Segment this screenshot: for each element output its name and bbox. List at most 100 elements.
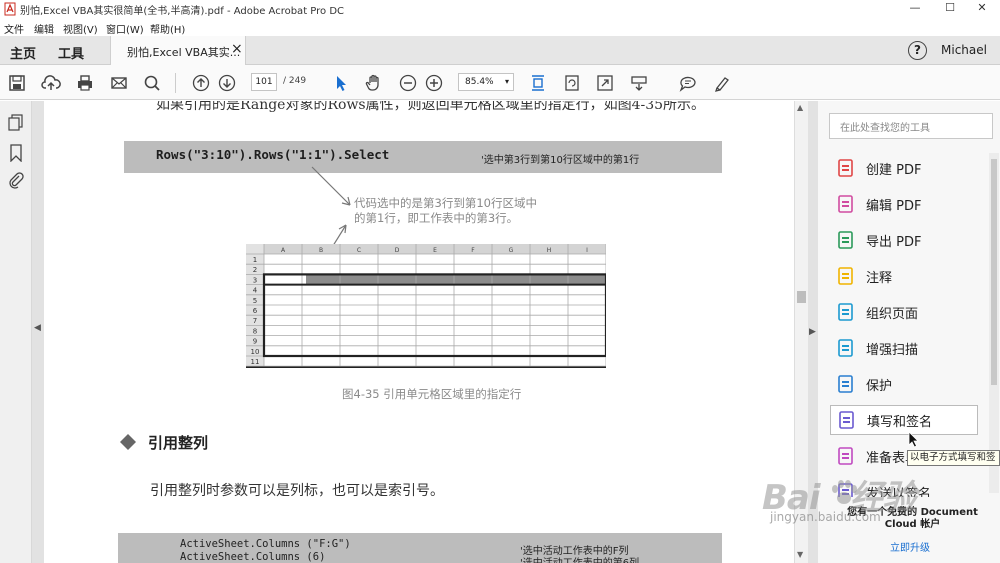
hand-tool-icon[interactable] xyxy=(361,65,387,100)
fill-and-sign-icon xyxy=(839,411,854,429)
tools-scrollbar[interactable] xyxy=(989,153,999,493)
column-header: I xyxy=(586,247,588,254)
row-header: 4 xyxy=(253,287,258,295)
chevron-down-icon: ▾ xyxy=(504,77,509,86)
code-2-line-2-comment: '选中活动工作表中的第6列 xyxy=(520,554,639,563)
protect-icon xyxy=(838,375,853,393)
create-pdf-icon xyxy=(838,159,853,177)
section-heading: 引用整列 xyxy=(148,434,209,452)
row-header: 6 xyxy=(253,307,258,315)
tool-create-pdf[interactable]: 创建 PDF xyxy=(830,153,978,183)
tab-home[interactable]: 主页 xyxy=(10,43,36,62)
close-button[interactable]: ✕ xyxy=(962,0,1000,18)
tool-fill-and-sign[interactable]: 填写和签名 xyxy=(830,405,978,435)
column-header: C xyxy=(357,247,361,254)
row-header: 9 xyxy=(253,338,257,346)
diamond-bullet-icon xyxy=(120,434,136,450)
tool-label: 增强扫描 xyxy=(866,342,919,358)
scroll-mode-icon[interactable] xyxy=(626,65,652,100)
expand-left-icon[interactable]: ◀ xyxy=(34,323,41,333)
tool-protect[interactable]: 保护 xyxy=(830,369,978,399)
window-title: 别怕,Excel VBA其实很简单(全书,半高清).pdf - Adobe Ac… xyxy=(20,6,345,17)
menu-view[interactable]: 视图(V) xyxy=(63,21,98,36)
save-icon[interactable] xyxy=(4,65,30,100)
fit-page-icon[interactable] xyxy=(525,65,551,100)
user-name[interactable]: Michael xyxy=(941,43,987,57)
acrobat-icon xyxy=(4,2,16,16)
export-pdf-icon xyxy=(838,231,853,249)
minimize-button[interactable]: — xyxy=(895,0,935,18)
tool-edit-pdf[interactable]: 编辑 PDF xyxy=(830,189,978,219)
column-header: F xyxy=(471,247,475,254)
tool-enhance-scans[interactable]: 增强扫描 xyxy=(830,333,978,363)
left-pane-gutter[interactable]: ◀ xyxy=(32,101,44,563)
full-screen-icon[interactable] xyxy=(592,65,618,100)
toolbar: 101 / 249 85.4% ▾ xyxy=(0,65,1000,100)
callout-line-1: 代码选中的是第3行到第10行区域中 xyxy=(354,196,537,210)
row-header: 7 xyxy=(253,317,257,325)
bookmark-icon[interactable] xyxy=(9,144,23,162)
row-header: 5 xyxy=(253,297,257,305)
code-2-line-1: ActiveSheet.Columns ("F:G") xyxy=(180,538,351,550)
document-view[interactable]: 如果引用的是Range对象的Rows属性，则返回单元格区域里的指定行，如图4-3… xyxy=(44,101,794,563)
page-thumbnails-icon[interactable] xyxy=(8,114,24,132)
body-paragraph: 引用整列时参数可以是列标，也可以是索引号。 xyxy=(150,483,444,499)
tool-label: 注释 xyxy=(866,270,893,286)
baidu-paw-icon xyxy=(832,480,857,504)
menu-edit[interactable]: 编辑 xyxy=(34,21,54,36)
tab-tools[interactable]: 工具 xyxy=(58,43,84,62)
prepare-form-icon xyxy=(838,447,853,465)
callout-line-2: 的第1行，即工作表中的第3行。 xyxy=(354,211,519,225)
tool-label: 保护 xyxy=(866,378,893,394)
scroll-down-icon[interactable]: ▼ xyxy=(797,550,803,559)
menu-window[interactable]: 窗口(W) xyxy=(106,21,144,36)
menu-file[interactable]: 文件 xyxy=(4,21,24,36)
scroll-up-icon[interactable]: ▲ xyxy=(797,103,803,112)
select-cursor-icon[interactable] xyxy=(328,65,354,100)
comment-icon[interactable] xyxy=(675,65,701,100)
tab-close-icon[interactable]: × xyxy=(231,41,243,57)
page-number-input[interactable]: 101 xyxy=(251,73,277,91)
attachment-icon[interactable] xyxy=(8,171,24,189)
worksheet-figure: A B C D E F G H I 1 2 3 4 5 6 7 8 9 10 11 xyxy=(246,244,608,370)
baidu-watermark-url: jingyan.baidu.com xyxy=(770,510,881,524)
zoom-level-select[interactable]: 85.4% ▾ xyxy=(458,73,514,91)
row-header: 11 xyxy=(251,358,260,366)
tool-search-input[interactable]: 在此处查找您的工具 xyxy=(829,113,993,139)
cloud-upload-icon[interactable] xyxy=(38,65,64,100)
help-icon[interactable]: ? xyxy=(908,41,927,60)
page-total: / 249 xyxy=(283,76,307,86)
toolbar-divider xyxy=(175,73,176,93)
tool-organize-pages[interactable]: 组织页面 xyxy=(830,297,978,327)
tool-label: 创建 PDF xyxy=(866,162,922,178)
tab-document[interactable]: 别怕,Excel VBA其实... × xyxy=(110,36,246,66)
zoom-in-icon[interactable] xyxy=(421,65,447,100)
previous-page-icon[interactable] xyxy=(188,65,214,100)
rotate-view-icon[interactable] xyxy=(559,65,585,100)
print-icon[interactable] xyxy=(72,65,98,100)
highlight-pen-icon[interactable] xyxy=(709,65,735,100)
menu-bar: 文件 编辑 视图(V) 窗口(W) 帮助(H) xyxy=(0,18,1000,36)
row-header: 3 xyxy=(253,276,257,284)
tool-export-pdf[interactable]: 导出 PDF xyxy=(830,225,978,255)
menu-help[interactable]: 帮助(H) xyxy=(150,21,185,36)
organize-pages-icon xyxy=(838,303,853,321)
email-icon[interactable] xyxy=(106,65,132,100)
zoom-level-value: 85.4% xyxy=(465,77,494,87)
column-header: H xyxy=(547,247,552,254)
tool-comment[interactable]: 注释 xyxy=(830,261,978,291)
tab-document-label: 别怕,Excel VBA其实... xyxy=(127,46,241,59)
tool-label: 导出 PDF xyxy=(866,234,922,250)
search-icon[interactable] xyxy=(139,65,165,100)
tools-scrollbar-thumb[interactable] xyxy=(991,159,997,385)
column-header: G xyxy=(509,247,514,254)
zoom-out-icon[interactable] xyxy=(395,65,421,100)
collapse-right-icon[interactable]: ▶ xyxy=(809,327,816,337)
column-header: D xyxy=(395,247,400,254)
upgrade-link[interactable]: 立即升级 xyxy=(890,539,930,554)
code-2-line-2: ActiveSheet.Columns (6) xyxy=(180,551,326,563)
next-page-icon[interactable] xyxy=(214,65,240,100)
row-header: 10 xyxy=(251,348,260,356)
mouse-cursor-icon xyxy=(908,431,919,448)
scrollbar-thumb[interactable] xyxy=(797,291,806,303)
